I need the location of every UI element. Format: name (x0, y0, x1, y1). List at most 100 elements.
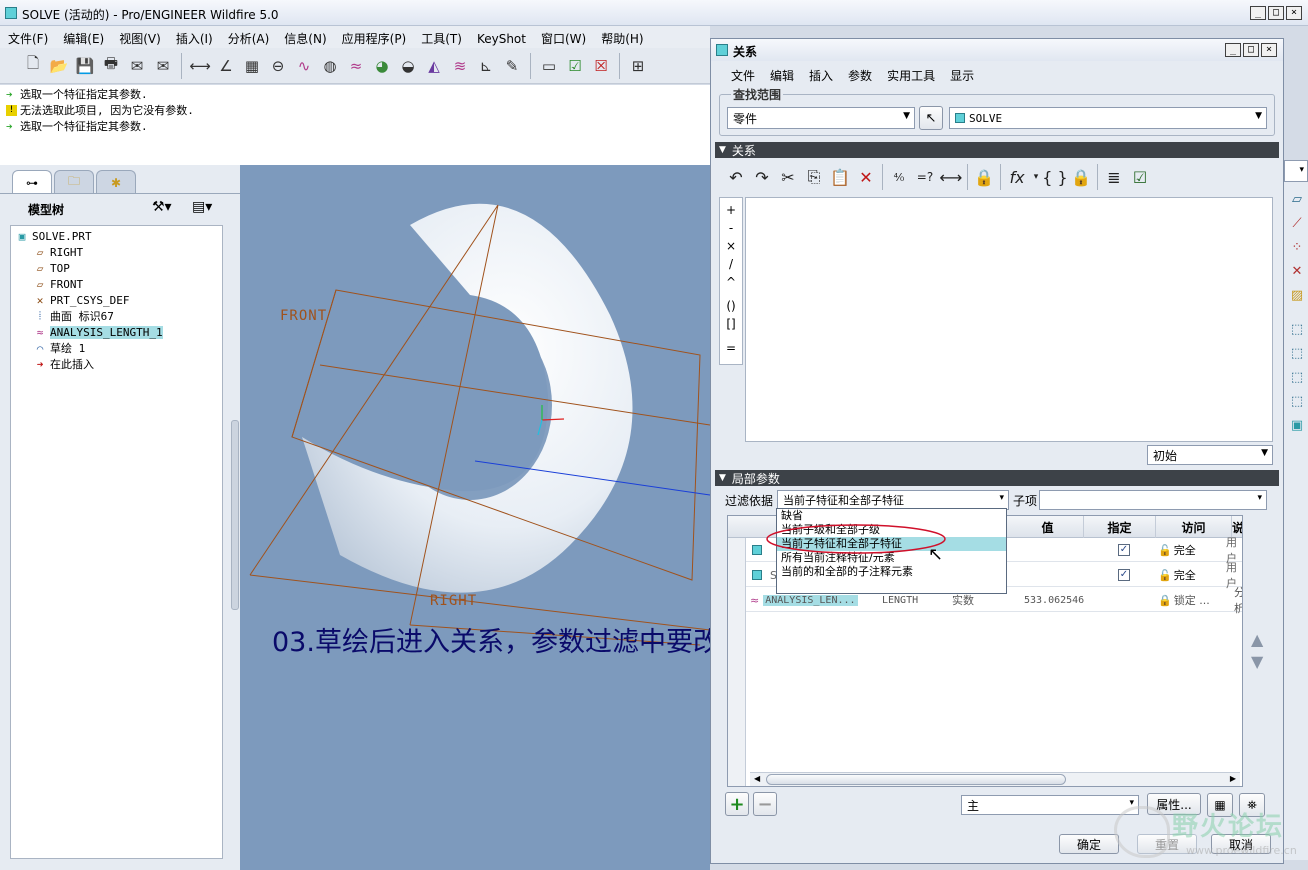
close-icon[interactable]: × (1286, 6, 1302, 20)
filter-option-child-annotations[interactable]: 当前的和全部的子注释元素 (777, 565, 1006, 579)
move-up-icon[interactable]: ▲ (1251, 629, 1263, 651)
offset-analysis-icon[interactable]: ≋ (449, 55, 471, 77)
dlg-menu-show[interactable]: 显示 (942, 63, 981, 84)
operator-multiply[interactable]: × (720, 237, 742, 255)
tree-item-right[interactable]: ▱ RIGHT (11, 244, 222, 260)
menu-applications[interactable]: 应用程序(P) (334, 26, 414, 47)
tree-item-analysis[interactable]: ≈ ANALYSIS_LENGTH_1 (11, 324, 222, 340)
menu-edit[interactable]: 编辑(E) (55, 26, 111, 47)
function-dropdown-icon[interactable]: ▾ (1030, 164, 1042, 190)
tab-folder-browser[interactable]: 🗀 (54, 170, 94, 194)
show-dimension-icon[interactable]: ⁴⁄₀ (886, 164, 912, 190)
operator-parens[interactable]: () (720, 297, 742, 315)
dlg-menu-parameters[interactable]: 参数 (840, 63, 879, 84)
scroll-left-icon[interactable]: ◀ (754, 774, 760, 783)
sweep-tool-icon[interactable]: ⬚ (1287, 366, 1307, 390)
dlg-menu-utilities[interactable]: 实用工具 (879, 63, 942, 84)
new-file-icon[interactable]: 🗋 (22, 54, 44, 77)
email-icon[interactable]: ✉ (126, 55, 148, 77)
graphics-window[interactable]: FRONT RIGHT (240, 165, 710, 870)
shell-tool-icon[interactable]: ▣ (1287, 414, 1307, 438)
blend-tool-icon[interactable]: ⬚ (1287, 390, 1307, 414)
save-icon[interactable]: 💾 (74, 55, 96, 77)
sub-item-combo[interactable]: ▾ (1039, 490, 1267, 510)
delete-icon[interactable]: ✕ (853, 164, 879, 190)
datum-curve-tool-icon[interactable]: ▨ (1287, 284, 1307, 308)
sort-relations-icon[interactable]: ≣ (1101, 164, 1127, 190)
relations-initial-combo[interactable]: 初始 ▼ (1147, 445, 1273, 465)
tree-item-part[interactable]: ▣ SOLVE.PRT (11, 228, 222, 244)
measure-distance-icon[interactable]: ⟷ (189, 55, 211, 77)
tree-item-surface[interactable]: ⦙ 曲面 标识67 (11, 308, 222, 324)
cut-icon[interactable]: ✂ (775, 164, 801, 190)
braces-icon[interactable]: { } (1042, 164, 1068, 190)
minimize-icon[interactable]: _ (1250, 6, 1266, 20)
close-window-icon[interactable]: ☒ (590, 55, 612, 77)
select-pointer-button[interactable]: ↖ (919, 106, 943, 130)
dlg-menu-insert[interactable]: 插入 (801, 63, 840, 84)
datum-csys-tool-icon[interactable]: ✕ (1287, 260, 1307, 284)
tree-columns-icon[interactable]: ▤▾ (192, 199, 212, 215)
lock-parameters-icon[interactable]: 🔒 (1068, 164, 1094, 190)
local-params-section-header[interactable]: ▼ 局部参数 (715, 470, 1279, 486)
designated-checkbox[interactable]: ✓ (1118, 569, 1130, 581)
panel-splitter-handle[interactable] (231, 420, 239, 610)
print-icon[interactable]: 🖶 (100, 54, 122, 77)
window-icon[interactable]: ▭ (538, 55, 560, 77)
function-icon[interactable]: fx (1004, 164, 1030, 190)
menu-analysis[interactable]: 分析(A) (220, 26, 277, 47)
curvature-icon[interactable]: ≈ (345, 55, 367, 77)
close-icon[interactable]: × (1261, 43, 1277, 57)
revolve-tool-icon[interactable]: ⬚ (1287, 342, 1307, 366)
redo-icon[interactable]: ↷ (749, 164, 775, 190)
move-down-icon[interactable]: ▼ (1251, 651, 1263, 673)
tab-favorites[interactable]: ✱ (96, 170, 136, 194)
open-folder-icon[interactable]: 📂 (48, 55, 70, 77)
operator-divide[interactable]: / (720, 255, 742, 273)
menu-tools[interactable]: 工具(T) (413, 26, 469, 47)
relations-editor[interactable] (745, 197, 1273, 442)
maximize-icon[interactable]: □ (1268, 6, 1284, 20)
draft-analysis-icon[interactable]: ◭ (423, 55, 445, 77)
surface-analysis-icon[interactable]: ◍ (319, 55, 341, 77)
undo-icon[interactable]: ↶ (723, 164, 749, 190)
tree-item-top[interactable]: ▱ TOP (11, 260, 222, 276)
col-header-access[interactable]: 访问 (1156, 516, 1232, 538)
menu-info[interactable]: 信息(N) (276, 26, 333, 47)
menu-insert[interactable]: 插入(I) (168, 26, 220, 47)
remove-parameter-button[interactable]: − (753, 792, 777, 816)
operator-plus[interactable]: + (720, 201, 742, 219)
activate-window-icon[interactable]: ☑ (564, 55, 586, 77)
dihedral-icon[interactable]: ⊾ (475, 55, 497, 77)
measure-diameter-icon[interactable]: ⊖ (267, 55, 289, 77)
check-relations-icon[interactable]: ☑ (1127, 164, 1153, 190)
datum-display-icon[interactable]: ⊞ (627, 55, 649, 77)
datum-plane-tool-icon[interactable]: ▱ (1287, 188, 1307, 212)
menu-help[interactable]: 帮助(H) (593, 26, 650, 47)
operator-equals[interactable]: = (720, 339, 742, 357)
filter-combo[interactable]: 当前子特征和全部子特征 ▾ (777, 490, 1009, 510)
evaluate-icon[interactable]: =? (912, 164, 938, 190)
color-analysis-icon[interactable]: ◕ (371, 55, 393, 77)
scroll-right-icon[interactable]: ▶ (1230, 774, 1236, 783)
minimize-icon[interactable]: _ (1225, 43, 1241, 57)
copy-icon[interactable]: ⎘ (801, 164, 827, 190)
relations-section-header[interactable]: ▼ 关系 (715, 142, 1279, 158)
datum-axis-tool-icon[interactable]: ⟋ (1287, 212, 1307, 236)
menu-keyshot[interactable]: KeyShot (469, 28, 533, 46)
tree-item-csys[interactable]: ✕ PRT_CSYS_DEF (11, 292, 222, 308)
dlg-menu-file[interactable]: 文件 (711, 63, 762, 84)
tree-settings-icon[interactable]: ⚒▾ (152, 199, 172, 215)
shaded-analysis-icon[interactable]: ◒ (397, 55, 419, 77)
dimension-icon[interactable]: ⟷ (938, 164, 964, 190)
measure-angle-icon[interactable]: ∠ (215, 55, 237, 77)
lookup-type-combo[interactable]: 零件 ▼ (727, 107, 915, 129)
tree-item-insert-here[interactable]: ➜ 在此插入 (11, 356, 222, 372)
designated-checkbox[interactable]: ✓ (1118, 544, 1130, 556)
filter-combo-edge[interactable]: ▾ (1284, 160, 1308, 182)
dlg-menu-edit[interactable]: 编辑 (762, 63, 801, 84)
maximize-icon[interactable]: □ (1243, 43, 1259, 57)
operator-power[interactable]: ^ (720, 273, 742, 291)
tree-item-front[interactable]: ▱ FRONT (11, 276, 222, 292)
operator-brackets[interactable]: [] (720, 315, 742, 333)
